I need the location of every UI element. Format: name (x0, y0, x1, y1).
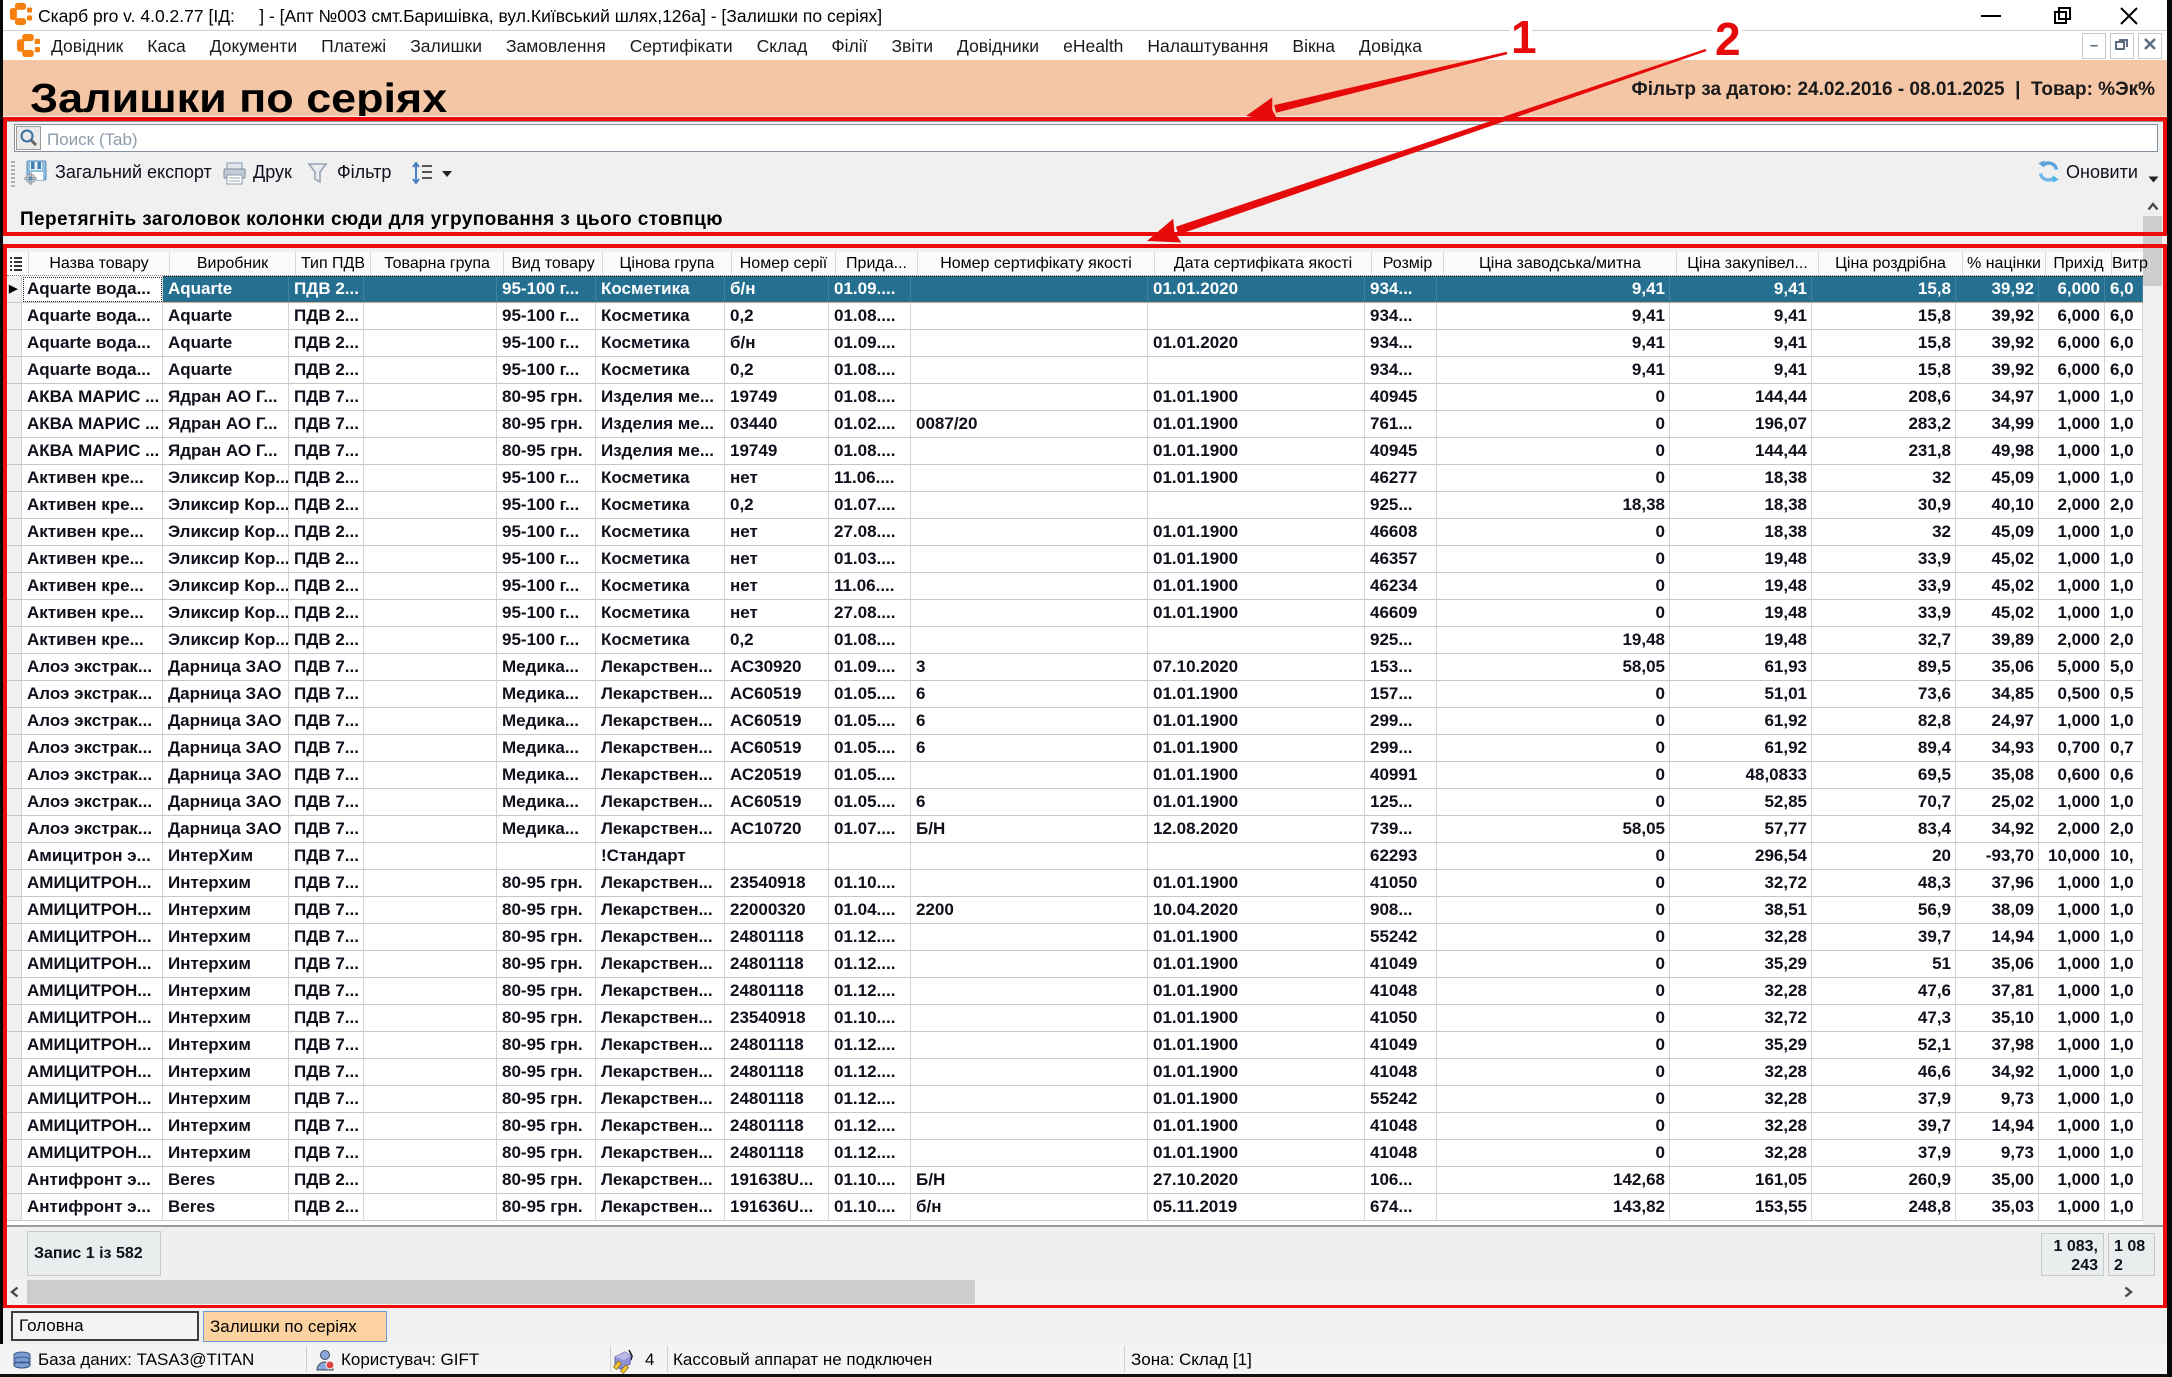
svg-text:2: 2 (1715, 13, 1741, 65)
svg-text:1: 1 (1511, 11, 1537, 63)
